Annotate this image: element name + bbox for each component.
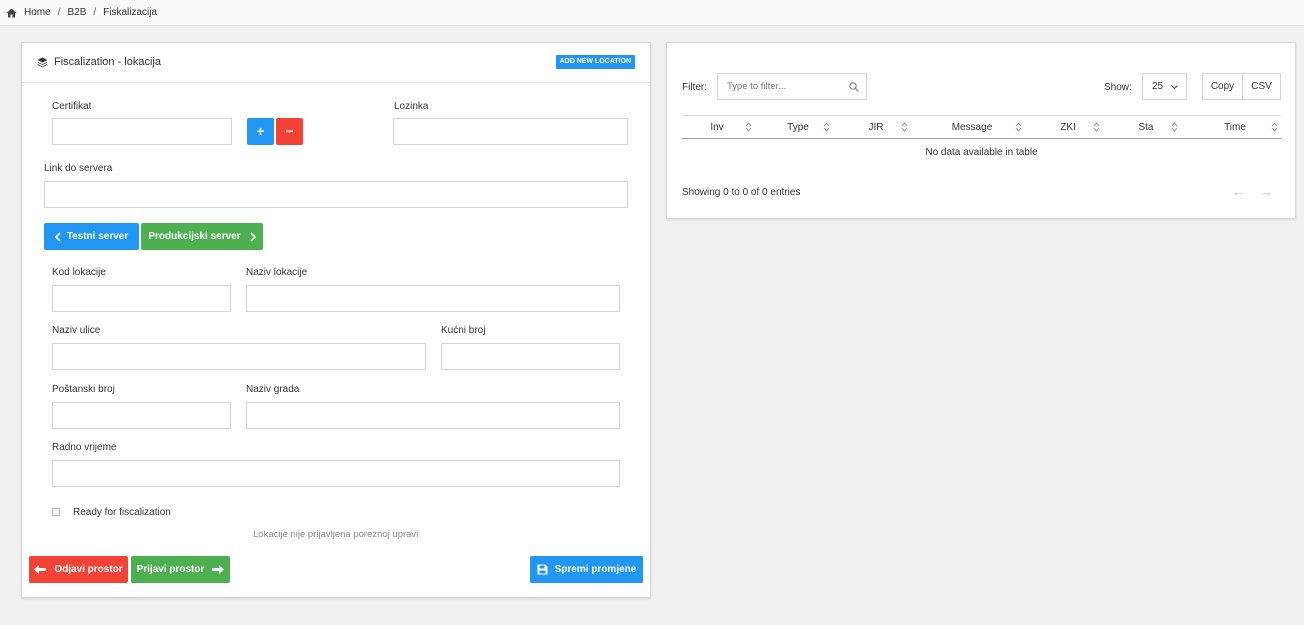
link-label: Link do servera	[44, 163, 113, 174]
column-label: ZKI	[1060, 121, 1076, 133]
naziv-ulice-label: Naziv ulice	[52, 325, 101, 336]
panel-header: Fiscalization - lokacija ADD NEW LOCATIO…	[22, 43, 650, 83]
breadcrumb-separator: /	[93, 7, 97, 18]
odjavi-prostor-label: Odjavi prostor	[54, 564, 123, 575]
empty-table-message: No data available in table	[925, 147, 1038, 158]
sort-icon	[1015, 122, 1022, 132]
spremi-promjene-button[interactable]: Spremi promjene	[530, 556, 643, 583]
fiscalization-table-panel: Filter: Type to filter... Show: 25 Copy …	[666, 42, 1296, 219]
previous-page-arrow[interactable]: ←	[1232, 184, 1245, 199]
server-link-input[interactable]	[44, 181, 628, 208]
column-label: Message	[951, 121, 993, 133]
status-note: Lokacije nije prijavljena poreznoj uprav…	[253, 529, 419, 540]
page-size-value: 25	[1152, 81, 1164, 92]
naziv-ulice-input[interactable]	[52, 343, 426, 370]
kod-lokacije-input[interactable]	[52, 285, 231, 312]
column-header-jir[interactable]: JIR	[844, 116, 908, 138]
filter-label: Filter:	[682, 82, 707, 93]
remove-certificate-button[interactable]: −	[276, 118, 303, 145]
test-server-label: Testni server	[66, 231, 129, 242]
breadcrumb-home[interactable]: Home	[24, 7, 51, 18]
filter-placeholder: Type to filter...	[727, 81, 787, 92]
column-header-inv[interactable]: Inv	[682, 116, 752, 138]
column-header-message[interactable]: Message	[922, 116, 1022, 138]
column-label: Sta	[1138, 121, 1154, 133]
table-header: Inv Type JIR Message ZKI Sta Time	[682, 115, 1281, 139]
certifikat-label: Certifikat	[52, 101, 92, 112]
radno-vrijeme-label: Radno vrijeme	[52, 442, 117, 453]
sort-icon	[1093, 122, 1100, 132]
sort-icon	[1271, 122, 1278, 132]
next-page-arrow[interactable]: →	[1260, 184, 1273, 199]
sort-icon	[745, 122, 752, 132]
test-server-button[interactable]: Testni server	[44, 223, 139, 250]
kod-lokacije-label: Kod lokacije	[52, 267, 106, 278]
kucni-broj-input[interactable]	[441, 343, 620, 370]
radno-vrijeme-input[interactable]	[52, 460, 620, 487]
filter-input[interactable]: Type to filter...	[717, 73, 867, 100]
column-header-type[interactable]: Type	[766, 116, 830, 138]
column-label: Time	[1224, 121, 1246, 133]
copy-button[interactable]: Copy	[1202, 73, 1243, 100]
add-certificate-button[interactable]: +	[247, 118, 274, 145]
chevron-left-icon	[54, 231, 61, 242]
ready-for-fiscalization-checkbox[interactable]	[52, 508, 60, 516]
table-info: Showing 0 to 0 of 0 entries	[682, 187, 801, 198]
naziv-grada-input[interactable]	[246, 402, 620, 429]
panel-title: Fiscalization - lokacija	[37, 56, 161, 68]
naziv-lokacije-label: Naziv lokacije	[246, 267, 308, 278]
production-server-label: Produkcijski server	[148, 231, 241, 242]
odjavi-prostor-button[interactable]: Odjavi prostor	[29, 556, 128, 583]
page-size-select[interactable]: 25	[1142, 73, 1187, 100]
certifikat-input[interactable]	[52, 118, 232, 145]
lozinka-label: Lozinka	[394, 101, 429, 112]
breadcrumb-b2b[interactable]: B2B	[67, 7, 86, 18]
column-label: JIR	[868, 121, 884, 133]
show-label: Show:	[1104, 82, 1132, 93]
location-form-panel: Fiscalization - lokacija ADD NEW LOCATIO…	[21, 42, 651, 598]
column-label: Inv	[710, 121, 724, 133]
postanski-broj-label: Poštanski broj	[52, 384, 115, 395]
column-header-time[interactable]: Time	[1192, 116, 1278, 138]
column-header-zki[interactable]: ZKI	[1036, 116, 1100, 138]
chevron-down-icon	[1171, 82, 1178, 93]
naziv-lokacije-input[interactable]	[246, 285, 620, 312]
arrow-right-icon	[212, 565, 225, 574]
prijavi-prostor-label: Prijavi prostor	[136, 564, 205, 575]
breadcrumb-fiskalizacija: Fiskalizacija	[103, 7, 158, 18]
sort-icon	[823, 122, 830, 132]
prijavi-prostor-button[interactable]: Prijavi prostor	[131, 556, 230, 583]
panel-title-text: Fiscalization - lokacija	[54, 56, 161, 68]
spremi-promjene-label: Spremi promjene	[554, 564, 637, 575]
home-icon[interactable]	[6, 8, 17, 18]
csv-button[interactable]: CSV	[1242, 73, 1281, 100]
sort-icon	[901, 122, 908, 132]
add-new-location-button[interactable]: ADD NEW LOCATION	[555, 55, 635, 69]
production-server-button[interactable]: Produkcijski server	[141, 223, 263, 250]
breadcrumb: Home / B2B / Fiskalizacija	[6, 7, 157, 18]
breadcrumb-separator: /	[57, 7, 61, 18]
chevron-right-icon	[250, 231, 256, 242]
ready-for-fiscalization-label: Ready for fiscalization	[73, 507, 171, 518]
top-bar: Home / B2B / Fiskalizacija	[0, 0, 1304, 26]
lozinka-input[interactable]	[393, 118, 628, 145]
floppy-disk-icon	[537, 564, 548, 575]
postanski-broj-input[interactable]	[52, 402, 231, 429]
column-header-sta[interactable]: Sta	[1114, 116, 1178, 138]
sort-icon	[1171, 122, 1178, 132]
column-label: Type	[787, 121, 809, 133]
naziv-grada-label: Naziv grada	[246, 384, 300, 395]
arrow-left-icon	[34, 565, 47, 574]
kucni-broj-label: Kućni broj	[441, 325, 486, 336]
search-icon	[849, 82, 859, 95]
layers-icon	[37, 57, 48, 68]
